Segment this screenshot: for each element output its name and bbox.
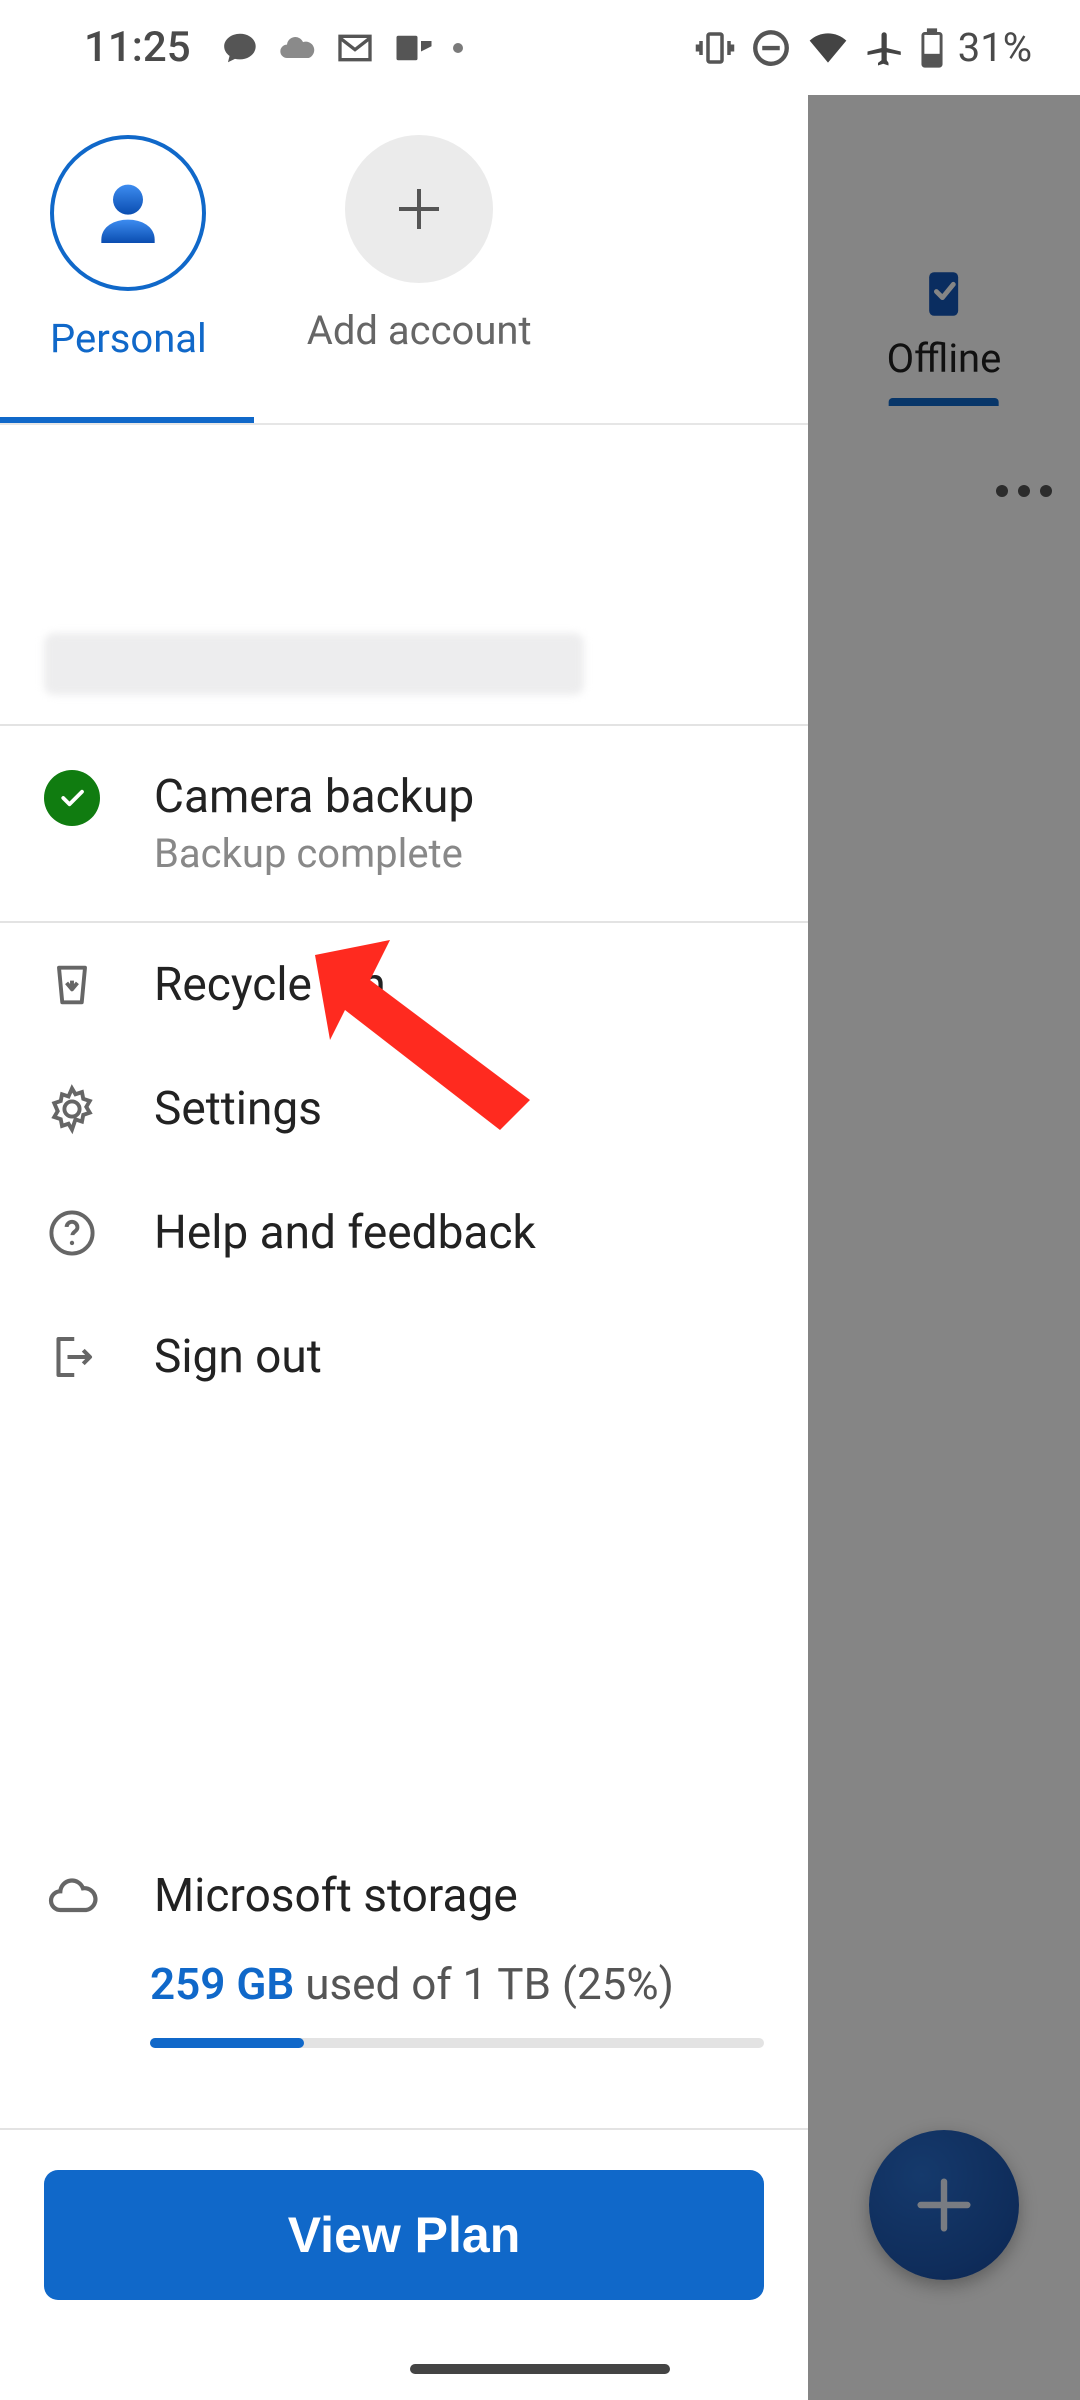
outlook-icon [393, 27, 435, 69]
storage-used-value: 259 GB [150, 1958, 294, 2010]
check-circle-icon [44, 770, 100, 826]
tabs-divider [0, 423, 808, 425]
status-time: 11:25 [84, 23, 191, 72]
battery-icon [920, 28, 944, 68]
sign-out-icon [45, 1330, 99, 1384]
plus-icon [389, 179, 449, 239]
menu-settings[interactable]: Settings [0, 1047, 808, 1171]
storage-usage-text: 259 GB used of 1 TB (25%) [44, 1958, 764, 2010]
menu-item-title: Settings [154, 1082, 322, 1136]
account-personal-label: Personal [50, 315, 207, 362]
menu-camera-backup[interactable]: Camera backup Backup complete [0, 726, 808, 921]
menu-list: Camera backup Backup complete Recycle bi… [0, 726, 808, 1419]
view-plan-button[interactable]: View Plan [44, 2170, 764, 2300]
account-email-redacted [44, 633, 584, 695]
menu-item-subtitle: Backup complete [154, 830, 474, 877]
divider [0, 2128, 808, 2130]
storage-progress-fill [150, 2038, 304, 2048]
storage-progress [150, 2038, 764, 2048]
account-email-row[interactable] [0, 604, 808, 724]
recycle-bin-icon [46, 959, 98, 1011]
status-right: 31% [694, 24, 1032, 71]
add-account[interactable]: Add account [307, 135, 532, 354]
storage-title: Microsoft storage [154, 1869, 518, 1923]
scrim [808, 95, 1080, 2400]
gear-icon [46, 1083, 98, 1135]
accounts-row: Personal Add account [0, 95, 808, 362]
cloud-icon [277, 28, 317, 68]
menu-item-title: Help and feedback [154, 1206, 536, 1260]
add-account-circle [345, 135, 493, 283]
airplane-icon [864, 27, 906, 69]
menu-item-title: Recycle bin [154, 958, 386, 1012]
dnd-icon [750, 27, 792, 69]
menu-item-title: Camera backup [154, 770, 474, 824]
cloud-outline-icon [44, 1867, 100, 1925]
background-screen-sliver[interactable]: Offline [808, 95, 1080, 2400]
status-battery-text: 31% [958, 24, 1032, 71]
status-bar: 11:25 31% [0, 0, 1080, 95]
account-drawer: Personal Add account [0, 95, 808, 2400]
menu-sign-out[interactable]: Sign out [0, 1295, 808, 1419]
storage-section: Microsoft storage 259 GB used of 1 TB (2… [0, 1840, 808, 2072]
help-circle-icon [46, 1207, 98, 1259]
add-account-label: Add account [307, 307, 532, 354]
person-icon [88, 173, 168, 253]
menu-item-title: Sign out [154, 1330, 322, 1384]
storage-rest-text: used of 1 TB (25%) [294, 1958, 674, 2010]
vibrate-icon [694, 27, 736, 69]
status-more-dot-icon [453, 43, 463, 53]
status-left: 11:25 [84, 23, 463, 72]
account-personal[interactable]: Personal [50, 135, 207, 362]
menu-help-feedback[interactable]: Help and feedback [0, 1171, 808, 1295]
wifi-icon [806, 26, 850, 70]
chat-bubble-icon [221, 29, 259, 67]
menu-recycle-bin[interactable]: Recycle bin [0, 923, 808, 1047]
mail-icon [335, 28, 375, 68]
avatar-ring [50, 135, 206, 291]
nav-gesture-pill[interactable] [410, 2364, 670, 2374]
